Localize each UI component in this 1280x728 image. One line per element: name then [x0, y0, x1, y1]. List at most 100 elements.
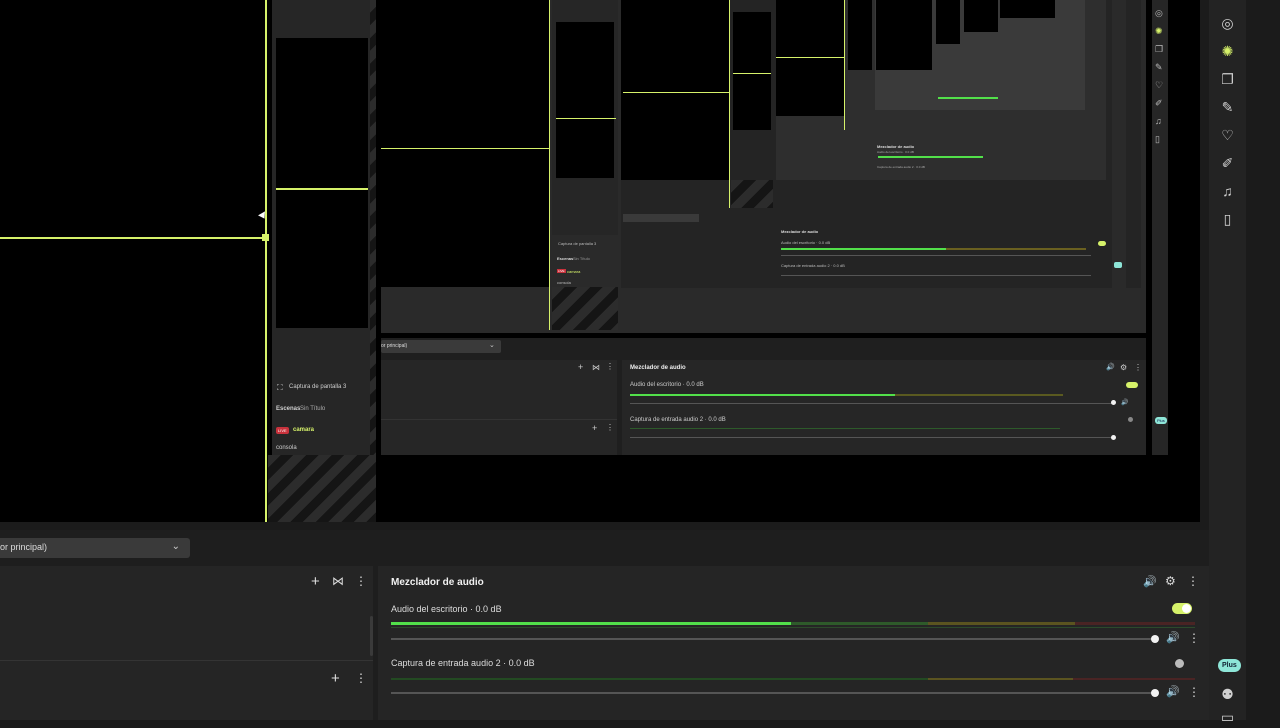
nested-canvas [876, 0, 932, 70]
sticker-icon[interactable]: ✐ [1209, 152, 1246, 174]
hatch-strip [370, 0, 376, 522]
guide-line [623, 92, 729, 93]
nested-mixer-title: Mezclador de audio [630, 365, 686, 371]
divider [381, 419, 617, 420]
add-scene-button[interactable]: + [331, 670, 340, 687]
source-select-label: or principal) [0, 542, 48, 552]
music-icon[interactable]: ♫ [1209, 180, 1246, 202]
audio-meter-red-zone [1075, 622, 1195, 625]
window-icon[interactable]: ▭ [1209, 706, 1246, 728]
guide-line [729, 0, 730, 208]
more-options-icon[interactable]: ⋮ [1187, 574, 1199, 588]
track-enable-toggle[interactable] [1172, 603, 1192, 614]
nested-canvas [848, 0, 872, 70]
nested-more-icon: ⋮ [606, 362, 614, 371]
volume-icon[interactable]: 🔊 [1166, 685, 1180, 698]
live-badge: LIVE [557, 269, 566, 273]
nested-toggle [1098, 241, 1106, 246]
nested-slider-knob [1111, 435, 1116, 440]
track-label: Audio del escritorio · 0.0 dB [391, 604, 502, 614]
nested-track: Audio del escritorio · 0.0 dB [781, 240, 831, 245]
divider [0, 660, 373, 661]
track-label: Captura de entrada audio 2 · 0.0 dB [391, 658, 535, 668]
gear-icon: ⚙ [1120, 363, 1128, 372]
nested-meter [630, 428, 1060, 429]
nested-mixer-title: Mezclador de audio [781, 229, 819, 234]
camera-icon[interactable]: ◎ [1209, 12, 1246, 34]
nested-mixer-title: Mezclador de audio [877, 144, 915, 149]
nested-canvas [733, 12, 771, 130]
draw-icon: ✎ [1155, 62, 1163, 72]
volume-icon[interactable]: 🔊 [1166, 631, 1180, 644]
volume-icon[interactable]: 🔊 [1143, 575, 1157, 588]
add-source-button[interactable]: + [311, 573, 320, 590]
nested-scenes-label: Escenas [276, 406, 301, 412]
heart-icon: ♡ [1155, 80, 1164, 90]
nested-meter [895, 394, 1063, 396]
nested-source-item: Captura de pantalla 3 [289, 384, 347, 390]
nested-scene-other: consola [276, 445, 297, 451]
draw-icon[interactable]: ✎ [1209, 96, 1246, 118]
live-badge: LIVE [276, 427, 289, 434]
controller-icon[interactable]: ⚉ [1209, 683, 1246, 705]
more-options-icon[interactable]: ⋮ [355, 671, 367, 685]
audio-meter-yellow-zone [928, 678, 1073, 680]
gear-icon[interactable]: ⚙ [1165, 574, 1176, 588]
volume-slider-knob[interactable] [1151, 635, 1159, 643]
camera-settings-icon: ✺ [1155, 26, 1163, 36]
nested-toggle [1128, 417, 1133, 422]
nested-meter [946, 248, 1086, 250]
nested-source-item: Captura de pantalla 3 [558, 241, 597, 246]
nested-plus-badge [1114, 262, 1122, 268]
nested-meter [938, 97, 998, 99]
chevron-down-icon: ⌄ [171, 541, 180, 552]
heart-icon[interactable]: ♡ [1209, 124, 1246, 146]
nested-canvas [1000, 0, 1055, 18]
more-options-icon[interactable]: ⋮ [1188, 685, 1200, 699]
more-options-icon[interactable]: ⋮ [355, 574, 367, 588]
sticker-icon: ✐ [1155, 98, 1163, 108]
volume-slider[interactable] [391, 692, 1155, 694]
nested-track: Captura de entrada audio 2 · 0.0 dB [781, 263, 845, 268]
scrollbar[interactable] [370, 616, 373, 656]
guide-line [844, 0, 845, 130]
nested-scenes-label: Escenas [557, 256, 574, 261]
nested-canvas [936, 0, 960, 44]
layers-icon[interactable]: ❐ [1209, 68, 1246, 90]
guide-line [549, 0, 550, 330]
nested-mixer-panel [622, 360, 1146, 455]
camera-settings-icon[interactable]: ✺ [1209, 40, 1246, 62]
nested-scene-active: camara [293, 427, 315, 433]
preview-canvas[interactable]: ⛶ Captura de pantalla 3 Escenas Sin Títu… [0, 0, 1200, 522]
nested-canvas [381, 0, 550, 287]
hatch-block [731, 180, 773, 208]
nested-scene-other: consola [557, 280, 571, 285]
nested-slider [630, 403, 1114, 404]
filter-icon[interactable]: ⋈ [332, 574, 344, 588]
guide-line [381, 148, 549, 149]
volume-slider[interactable] [391, 638, 1155, 640]
chevron-down-icon: ⌄ [489, 342, 495, 349]
nested-scene-active: camara [567, 269, 581, 274]
volume-slider-knob[interactable] [1151, 689, 1159, 697]
nested-slider-knob [1111, 400, 1116, 405]
guide-handle[interactable] [262, 234, 269, 241]
nested-track-name: Captura de entrada audio 2 · 0.0 dB [630, 417, 726, 423]
guide-line [776, 57, 844, 58]
nested-meter [781, 248, 946, 250]
device-icon[interactable]: ▯ [1209, 208, 1246, 230]
nested-rail [1112, 0, 1126, 288]
nested-scenes-value: Sin Título [300, 406, 326, 412]
nested-more-icon: ⋮ [606, 423, 614, 432]
plus-badge[interactable]: Plus [1218, 659, 1241, 672]
layers-icon: ❐ [1155, 44, 1164, 54]
guide-line [276, 188, 368, 190]
nested-toggle [1126, 382, 1138, 388]
volume-icon: 🔊 [1121, 400, 1129, 406]
mixer-title: Mezclador de audio [391, 577, 484, 588]
more-options-icon[interactable]: ⋮ [1188, 631, 1200, 645]
track-enable-toggle[interactable] [1175, 659, 1184, 668]
nested-meter [630, 394, 895, 396]
audio-meter-level [391, 622, 791, 625]
source-select[interactable]: or principal) ⌄ [0, 538, 190, 558]
